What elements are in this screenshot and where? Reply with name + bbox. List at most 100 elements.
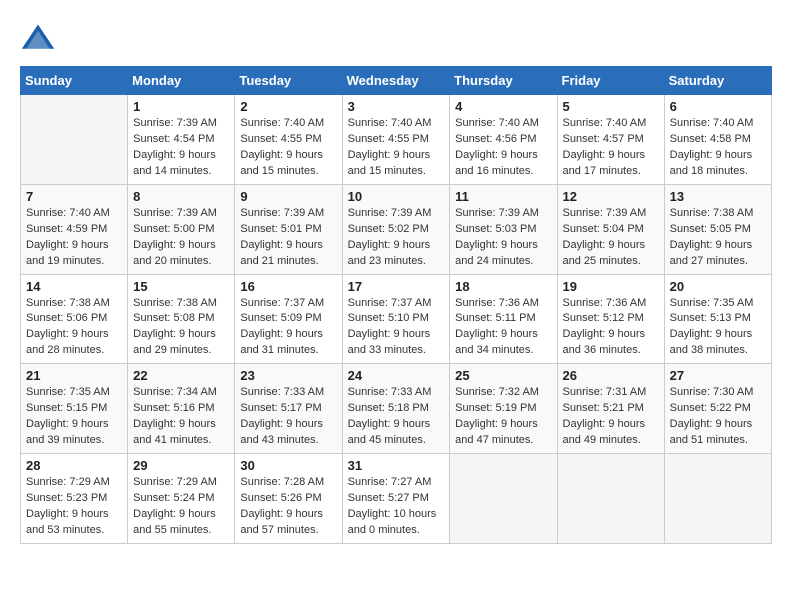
weekday-header-sunday: Sunday [21, 67, 128, 95]
calendar-cell: 20 Sunrise: 7:35 AMSunset: 5:13 PMDayligh… [664, 274, 771, 364]
day-number: 18 [455, 279, 551, 294]
calendar-cell: 19Sunrise: 7:36 AMSunset: 5:12 PMDayligh… [557, 274, 664, 364]
weekday-header-row: SundayMondayTuesdayWednesdayThursdayFrid… [21, 67, 772, 95]
day-info: Sunrise: 7:37 AMSunset: 5:09 PMDaylight:… [240, 296, 336, 360]
day-info: Sunrise: 7:36 AMSunset: 5:11 PMDaylight:… [455, 296, 551, 360]
day-info: Sunrise: 7:40 AMSunset: 4:56 PMDaylight:… [455, 116, 551, 180]
calendar-cell: 13 Sunrise: 7:38 AMSunset: 5:05 PMDayligh… [664, 184, 771, 274]
day-number: 27 [670, 368, 766, 383]
day-number: 2 [240, 99, 336, 114]
day-number: 11 [455, 189, 551, 204]
day-number: 26 [563, 368, 659, 383]
day-info: Sunrise: 7:40 AMSunset: 4:55 PMDaylight:… [240, 116, 336, 180]
calendar-cell [557, 454, 664, 544]
day-number: 21 [26, 368, 122, 383]
weekday-header-tuesday: Tuesday [235, 67, 342, 95]
day-number: 25 [455, 368, 551, 383]
calendar-cell: 1 Sunrise: 7:39 AMSunset: 4:54 PMDaylight… [128, 95, 235, 185]
week-row-4: 21 Sunrise: 7:35 AMSunset: 5:15 PMDayligh… [21, 364, 772, 454]
day-number: 8 [133, 189, 229, 204]
calendar-cell: 4 Sunrise: 7:40 AMSunset: 4:56 PMDaylight… [450, 95, 557, 185]
day-info: Sunrise: 7:38 AMSunset: 5:08 PMDaylight:… [133, 296, 229, 360]
calendar-cell: 22 Sunrise: 7:34 AMSunset: 5:16 PMDayligh… [128, 364, 235, 454]
day-info: Sunrise: 7:40 AMSunset: 4:58 PMDaylight:… [670, 116, 766, 180]
day-number: 23 [240, 368, 336, 383]
calendar-cell: 7 Sunrise: 7:40 AMSunset: 4:59 PMDaylight… [21, 184, 128, 274]
day-info: Sunrise: 7:35 AMSunset: 5:13 PMDaylight:… [670, 296, 766, 360]
day-info: Sunrise: 7:29 AMSunset: 5:23 PMDaylight:… [26, 475, 122, 539]
day-number: 13 [670, 189, 766, 204]
day-number: 7 [26, 189, 122, 204]
day-info: Sunrise: 7:38 AMSunset: 5:06 PMDaylight:… [26, 296, 122, 360]
day-number: 28 [26, 458, 122, 473]
weekday-header-saturday: Saturday [664, 67, 771, 95]
day-number: 16 [240, 279, 336, 294]
calendar-table: SundayMondayTuesdayWednesdayThursdayFrid… [20, 66, 772, 544]
day-number: 29 [133, 458, 229, 473]
calendar-cell [21, 95, 128, 185]
calendar-cell: 21 Sunrise: 7:35 AMSunset: 5:15 PMDayligh… [21, 364, 128, 454]
weekday-header-monday: Monday [128, 67, 235, 95]
day-info: Sunrise: 7:39 AMSunset: 5:04 PMDaylight:… [563, 206, 659, 270]
calendar-cell: 10 Sunrise: 7:39 AMSunset: 5:02 PMDayligh… [342, 184, 450, 274]
calendar-cell: 2 Sunrise: 7:40 AMSunset: 4:55 PMDaylight… [235, 95, 342, 185]
page-header [20, 20, 772, 56]
calendar-cell: 31 Sunrise: 7:27 AMSunset: 5:27 PMDayligh… [342, 454, 450, 544]
calendar-cell: 16 Sunrise: 7:37 AMSunset: 5:09 PMDayligh… [235, 274, 342, 364]
calendar-cell [664, 454, 771, 544]
day-number: 12 [563, 189, 659, 204]
day-info: Sunrise: 7:40 AMSunset: 4:57 PMDaylight:… [563, 116, 659, 180]
day-info: Sunrise: 7:39 AMSunset: 5:02 PMDaylight:… [348, 206, 445, 270]
weekday-header-wednesday: Wednesday [342, 67, 450, 95]
day-info: Sunrise: 7:36 AMSunset: 5:12 PMDaylight:… [563, 296, 659, 360]
weekday-header-thursday: Thursday [450, 67, 557, 95]
calendar-cell: 29 Sunrise: 7:29 AMSunset: 5:24 PMDayligh… [128, 454, 235, 544]
weekday-header-friday: Friday [557, 67, 664, 95]
day-number: 3 [348, 99, 445, 114]
calendar-cell: 15 Sunrise: 7:38 AMSunset: 5:08 PMDayligh… [128, 274, 235, 364]
day-info: Sunrise: 7:38 AMSunset: 5:05 PMDaylight:… [670, 206, 766, 270]
day-number: 4 [455, 99, 551, 114]
day-number: 30 [240, 458, 336, 473]
day-info: Sunrise: 7:27 AMSunset: 5:27 PMDaylight:… [348, 475, 445, 539]
calendar-cell: 12 Sunrise: 7:39 AMSunset: 5:04 PMDayligh… [557, 184, 664, 274]
calendar-cell: 27 Sunrise: 7:30 AMSunset: 5:22 PMDayligh… [664, 364, 771, 454]
day-info: Sunrise: 7:39 AMSunset: 5:00 PMDaylight:… [133, 206, 229, 270]
calendar-cell: 24 Sunrise: 7:33 AMSunset: 5:18 PMDayligh… [342, 364, 450, 454]
day-info: Sunrise: 7:28 AMSunset: 5:26 PMDaylight:… [240, 475, 336, 539]
day-number: 1 [133, 99, 229, 114]
calendar-cell: 23Sunrise: 7:33 AMSunset: 5:17 PMDayligh… [235, 364, 342, 454]
day-info: Sunrise: 7:40 AMSunset: 4:55 PMDaylight:… [348, 116, 445, 180]
day-info: Sunrise: 7:29 AMSunset: 5:24 PMDaylight:… [133, 475, 229, 539]
day-number: 6 [670, 99, 766, 114]
day-info: Sunrise: 7:40 AMSunset: 4:59 PMDaylight:… [26, 206, 122, 270]
day-info: Sunrise: 7:30 AMSunset: 5:22 PMDaylight:… [670, 385, 766, 449]
week-row-2: 7 Sunrise: 7:40 AMSunset: 4:59 PMDaylight… [21, 184, 772, 274]
day-info: Sunrise: 7:37 AMSunset: 5:10 PMDaylight:… [348, 296, 445, 360]
day-number: 9 [240, 189, 336, 204]
calendar-cell: 3 Sunrise: 7:40 AMSunset: 4:55 PMDaylight… [342, 95, 450, 185]
day-number: 22 [133, 368, 229, 383]
calendar-cell: 14Sunrise: 7:38 AMSunset: 5:06 PMDayligh… [21, 274, 128, 364]
calendar-cell: 18 Sunrise: 7:36 AMSunset: 5:11 PMDayligh… [450, 274, 557, 364]
logo [20, 20, 62, 56]
logo-icon [20, 20, 56, 56]
calendar-cell: 5Sunrise: 7:40 AMSunset: 4:57 PMDaylight… [557, 95, 664, 185]
day-number: 24 [348, 368, 445, 383]
calendar-cell: 25Sunrise: 7:32 AMSunset: 5:19 PMDayligh… [450, 364, 557, 454]
day-info: Sunrise: 7:35 AMSunset: 5:15 PMDaylight:… [26, 385, 122, 449]
calendar-cell: 8 Sunrise: 7:39 AMSunset: 5:00 PMDaylight… [128, 184, 235, 274]
day-info: Sunrise: 7:39 AMSunset: 5:01 PMDaylight:… [240, 206, 336, 270]
day-info: Sunrise: 7:33 AMSunset: 5:18 PMDaylight:… [348, 385, 445, 449]
day-info: Sunrise: 7:34 AMSunset: 5:16 PMDaylight:… [133, 385, 229, 449]
calendar-cell: 6 Sunrise: 7:40 AMSunset: 4:58 PMDaylight… [664, 95, 771, 185]
day-number: 20 [670, 279, 766, 294]
calendar-cell [450, 454, 557, 544]
week-row-3: 14Sunrise: 7:38 AMSunset: 5:06 PMDayligh… [21, 274, 772, 364]
day-info: Sunrise: 7:39 AMSunset: 4:54 PMDaylight:… [133, 116, 229, 180]
day-number: 10 [348, 189, 445, 204]
calendar-cell: 30 Sunrise: 7:28 AMSunset: 5:26 PMDayligh… [235, 454, 342, 544]
day-number: 31 [348, 458, 445, 473]
day-info: Sunrise: 7:31 AMSunset: 5:21 PMDaylight:… [563, 385, 659, 449]
day-number: 15 [133, 279, 229, 294]
